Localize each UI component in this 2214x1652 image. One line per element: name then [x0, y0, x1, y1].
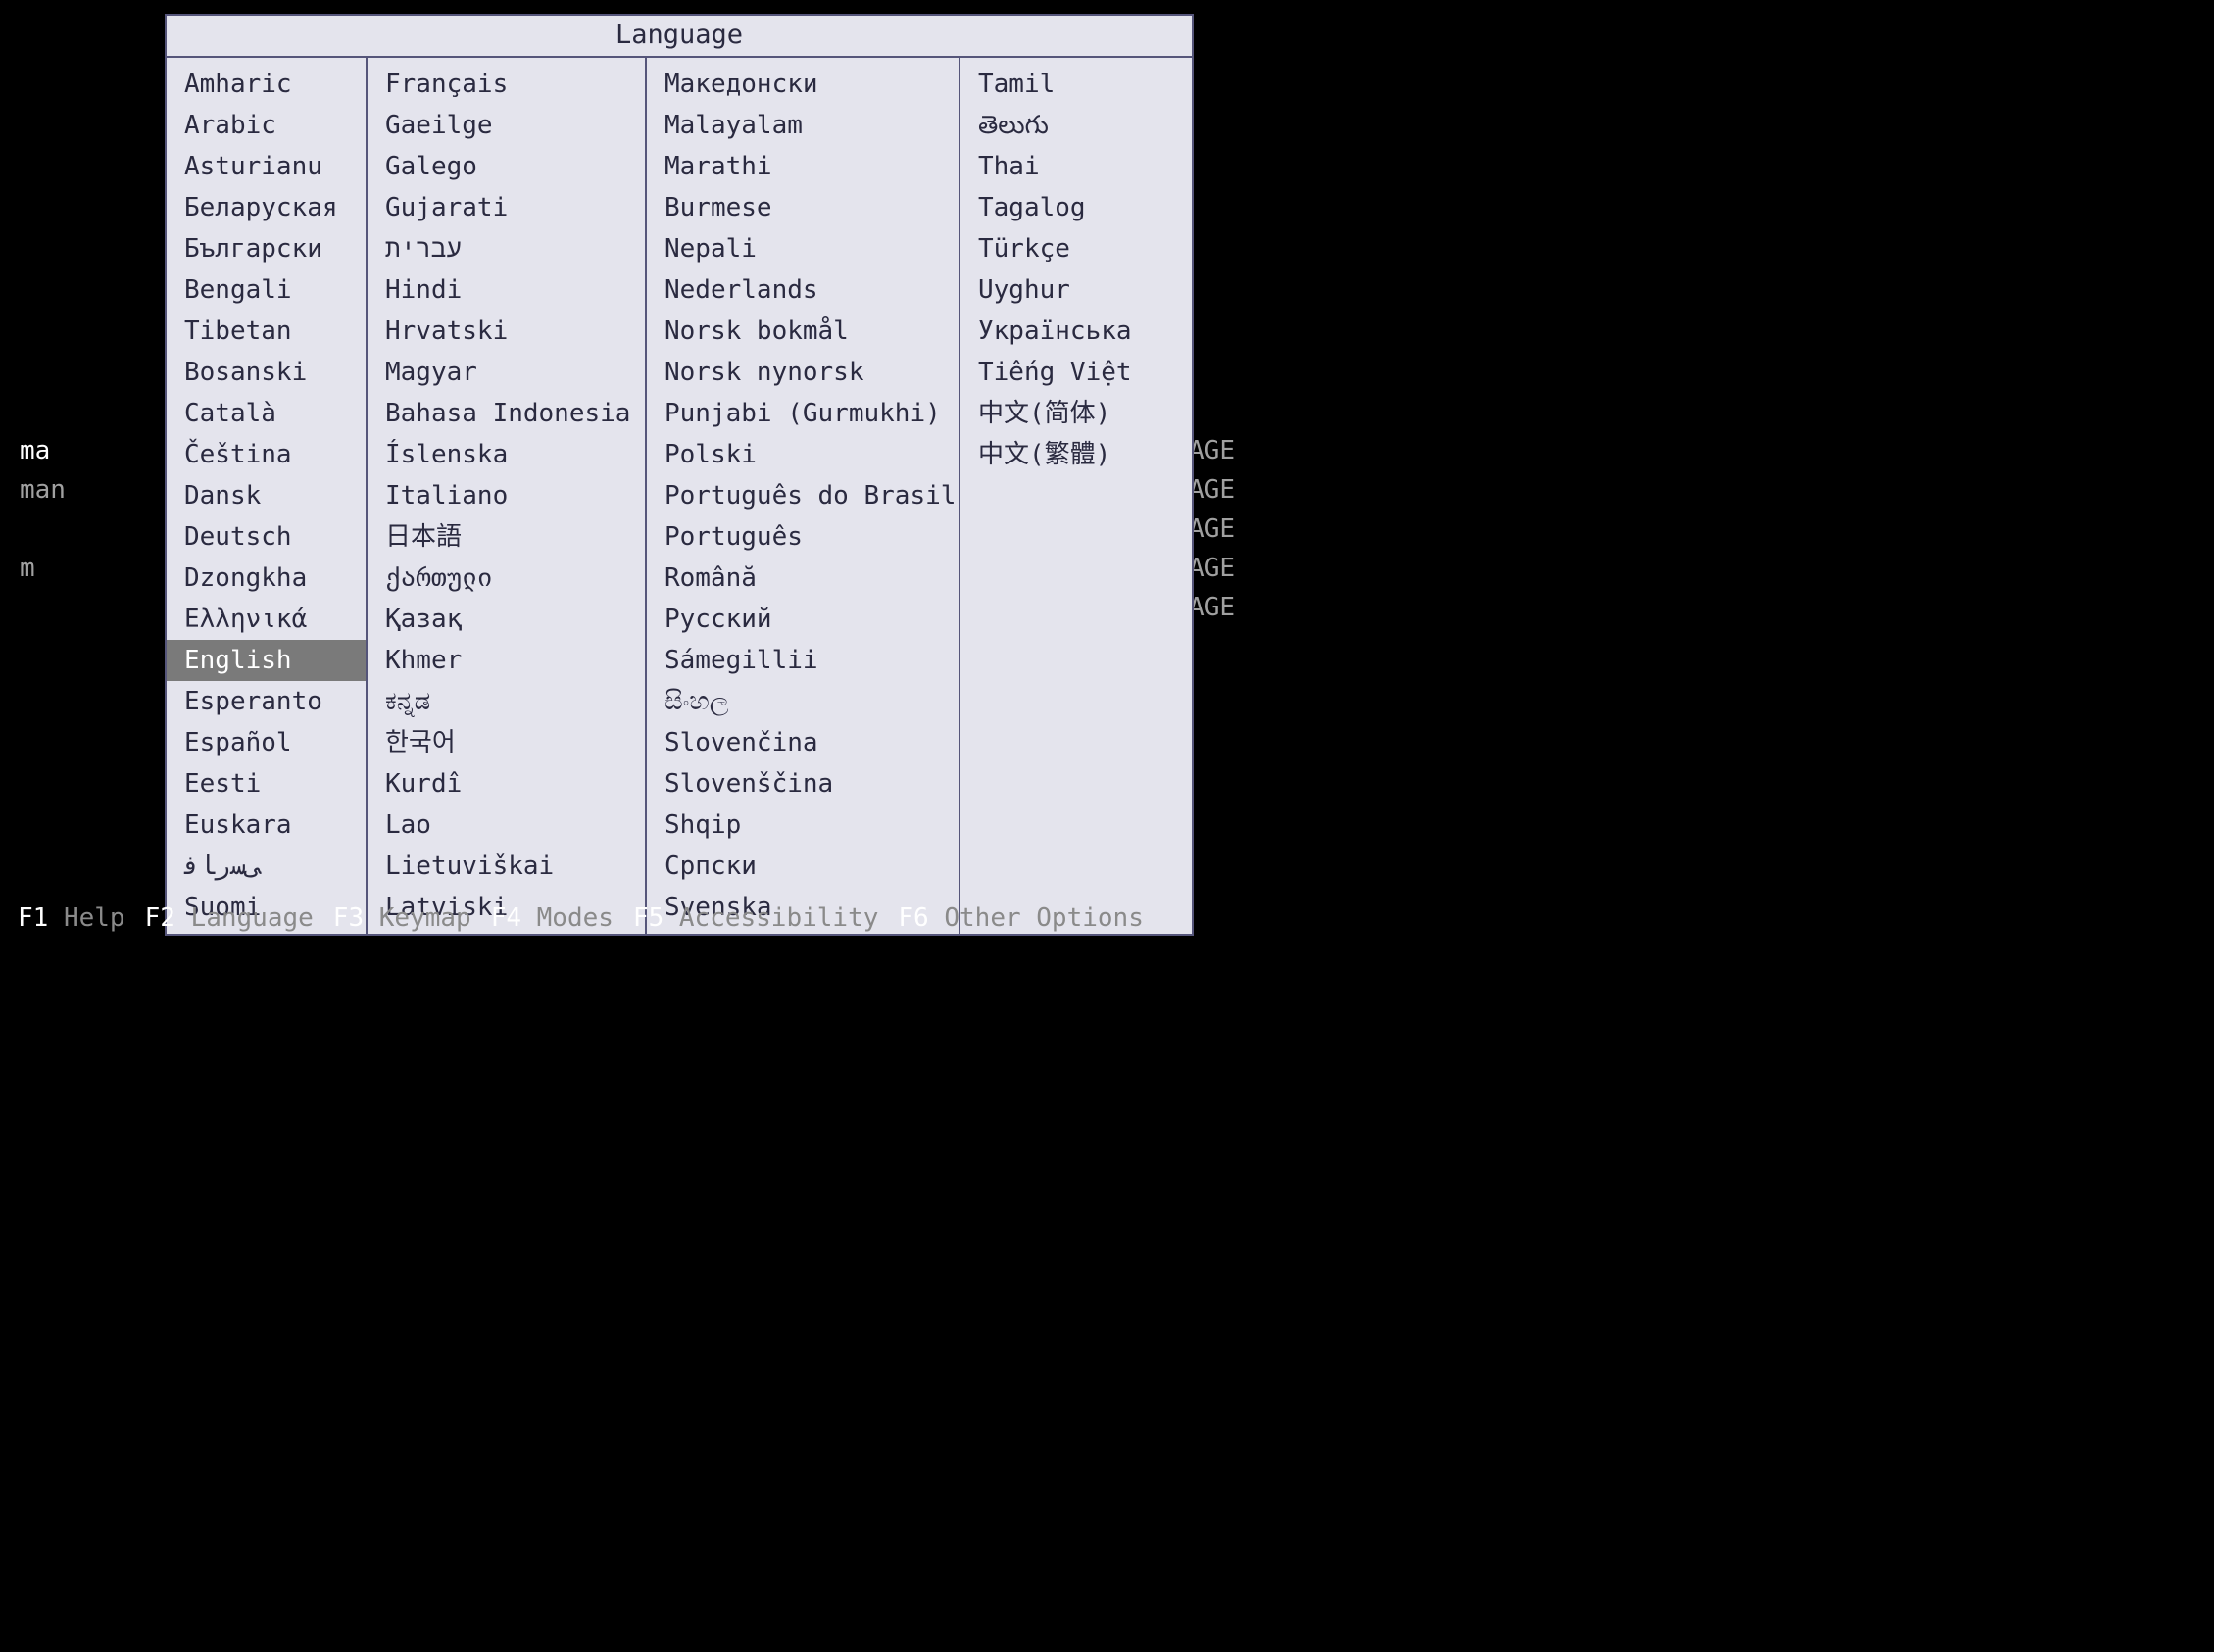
function-key-item[interactable]: F3 Keymap [333, 903, 471, 933]
language-option[interactable]: Euskara [167, 804, 366, 846]
language-option[interactable]: Esperanto [167, 681, 366, 722]
language-option[interactable]: 中文(简体) [960, 393, 1192, 434]
language-option[interactable]: 한국어 [368, 722, 645, 763]
function-key-item[interactable]: F5 Accessibility [633, 903, 878, 933]
language-option[interactable]: Thai [960, 146, 1192, 187]
language-option[interactable]: Bengali [167, 269, 366, 311]
function-key-item[interactable]: F2 Language [145, 903, 314, 933]
function-key-label: Help [48, 903, 124, 933]
language-option[interactable]: Tamil [960, 64, 1192, 105]
language-option[interactable]: Asturianu [167, 146, 366, 187]
language-option[interactable]: Türkçe [960, 228, 1192, 269]
language-option[interactable]: Nepali [647, 228, 959, 269]
language-option[interactable]: Čeština [167, 434, 366, 475]
function-key-label: Other Options [929, 903, 1144, 933]
language-option[interactable]: Gaeilge [368, 105, 645, 146]
language-option[interactable]: Shqip [647, 804, 959, 846]
function-key: F3 [333, 903, 364, 933]
language-option[interactable]: Khmer [368, 640, 645, 681]
language-option[interactable]: Português do Brasil [647, 475, 959, 516]
function-key-bar: F1 Help F2 Language F3 Keymap F4 Modes F5 Ac… [0, 903, 1255, 933]
language-option[interactable]: Amharic [167, 64, 366, 105]
language-option[interactable]: Қазақ [368, 599, 645, 640]
language-option[interactable]: Malayalam [647, 105, 959, 146]
language-option[interactable]: ﻰﺳﺭﺎﻓ [167, 846, 366, 887]
function-key: F5 [633, 903, 664, 933]
function-key-item[interactable]: F6 Other Options [898, 903, 1143, 933]
language-option[interactable]: తెలుగు [960, 105, 1192, 146]
language-option[interactable]: Norsk nynorsk [647, 352, 959, 393]
function-key: F2 [145, 903, 175, 933]
language-option[interactable]: Dzongkha [167, 558, 366, 599]
language-option[interactable]: 中文(繁體) [960, 434, 1192, 475]
background-menu-left: ma [20, 431, 50, 470]
language-option[interactable]: Deutsch [167, 516, 366, 558]
language-option[interactable]: Tibetan [167, 311, 366, 352]
function-key-item[interactable]: F1 Help [18, 903, 125, 933]
background-menu-left: man [20, 470, 66, 510]
language-option[interactable]: Eesti [167, 763, 366, 804]
language-option[interactable]: Français [368, 64, 645, 105]
language-option[interactable]: Marathi [647, 146, 959, 187]
function-key: F1 [18, 903, 48, 933]
language-option[interactable]: Bahasa Indonesia [368, 393, 645, 434]
language-option[interactable]: Lietuviškai [368, 846, 645, 887]
language-option[interactable]: Беларуская [167, 187, 366, 228]
language-option[interactable]: Română [647, 558, 959, 599]
function-key-label: Keymap [364, 903, 471, 933]
language-option[interactable]: සිංහල [647, 681, 959, 722]
function-key-item[interactable]: F4 Modes [491, 903, 614, 933]
language-option[interactable]: Українська [960, 311, 1192, 352]
language-option[interactable]: Sámegillii [647, 640, 959, 681]
language-option[interactable]: Galego [368, 146, 645, 187]
language-option[interactable]: Uyghur [960, 269, 1192, 311]
language-option[interactable]: Bosanski [167, 352, 366, 393]
language-option[interactable]: ქართული [368, 558, 645, 599]
language-option[interactable]: Tiếng Việt [960, 352, 1192, 393]
language-option[interactable]: Lao [368, 804, 645, 846]
language-column: FrançaisGaeilgeGalegoGujaratiעבריתHindiH… [368, 58, 647, 934]
language-columns: AmharicArabicAsturianuБеларускаяБългарск… [167, 58, 1192, 934]
language-option[interactable]: Dansk [167, 475, 366, 516]
language-column: TamilతెలుగుThaiTagalogTürkçeUyghurУкраїн… [960, 58, 1192, 934]
language-option[interactable]: Burmese [647, 187, 959, 228]
language-option[interactable]: Hindi [368, 269, 645, 311]
function-key-label: Language [175, 903, 314, 933]
language-option[interactable]: Español [167, 722, 366, 763]
language-option[interactable]: 日本語 [368, 516, 645, 558]
language-option[interactable]: Magyar [368, 352, 645, 393]
background-menu-left: m [20, 549, 35, 588]
function-key: F4 [491, 903, 521, 933]
language-option[interactable]: Polski [647, 434, 959, 475]
function-key-label: Modes [521, 903, 614, 933]
function-key: F6 [898, 903, 928, 933]
language-column: AmharicArabicAsturianuБеларускаяБългарск… [167, 58, 368, 934]
language-option[interactable]: Hrvatski [368, 311, 645, 352]
language-option[interactable]: Tagalog [960, 187, 1192, 228]
language-option[interactable]: Italiano [368, 475, 645, 516]
language-option[interactable]: Македонски [647, 64, 959, 105]
language-selection-dialog: Language AmharicArabicAsturianuБеларуска… [165, 14, 1194, 936]
language-option[interactable]: עברית [368, 228, 645, 269]
language-option[interactable]: Ελληνικά [167, 599, 366, 640]
language-option[interactable]: Gujarati [368, 187, 645, 228]
dialog-title: Language [167, 16, 1192, 58]
language-option[interactable]: Norsk bokmål [647, 311, 959, 352]
language-option[interactable]: English [167, 640, 366, 681]
language-option[interactable]: Català [167, 393, 366, 434]
language-option[interactable]: Íslenska [368, 434, 645, 475]
language-option[interactable]: Punjabi (Gurmukhi) [647, 393, 959, 434]
function-key-label: Accessibility [664, 903, 878, 933]
language-option[interactable]: Български [167, 228, 366, 269]
language-option[interactable]: Русский [647, 599, 959, 640]
language-option[interactable]: Arabic [167, 105, 366, 146]
language-option[interactable]: Српски [647, 846, 959, 887]
language-column: МакедонскиMalayalamMarathiBurmeseNepaliN… [647, 58, 960, 934]
language-option[interactable]: ಕನ್ನಡ [368, 681, 645, 722]
language-option[interactable]: Slovenčina [647, 722, 959, 763]
language-option[interactable]: Kurdî [368, 763, 645, 804]
language-option[interactable]: Nederlands [647, 269, 959, 311]
language-option[interactable]: Português [647, 516, 959, 558]
language-option[interactable]: Slovenščina [647, 763, 959, 804]
